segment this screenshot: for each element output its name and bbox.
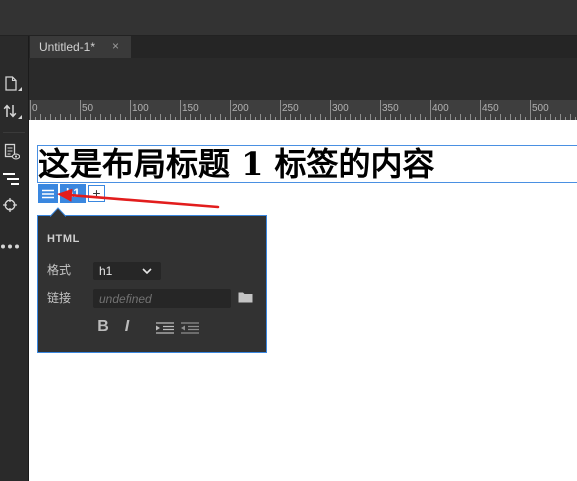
- format-label: 格式: [47, 263, 72, 277]
- flyout-indicator-icon: [18, 115, 22, 119]
- up-down-arrows-icon: [3, 104, 17, 118]
- ruler-label: 450: [482, 103, 499, 114]
- bold-button[interactable]: B: [96, 319, 110, 335]
- crosshair-icon: [3, 198, 17, 212]
- link-input[interactable]: [93, 289, 231, 308]
- heading-element[interactable]: 这是布局标题 1 标签的内容: [37, 145, 577, 183]
- italic-button[interactable]: I: [122, 319, 132, 335]
- document-tab-bar: Untitled-1* ×: [29, 36, 577, 58]
- toolbar-button-preview[interactable]: [0, 141, 28, 163]
- ruler-label: 350: [382, 103, 399, 114]
- document-toolbar: [29, 58, 577, 100]
- tab-untitled-1[interactable]: Untitled-1* ×: [30, 36, 131, 58]
- indented-list-icon: [3, 173, 19, 185]
- ruler-label: 300: [332, 103, 349, 114]
- ruler-label: 200: [232, 103, 249, 114]
- quick-property-inspector: HTML 格式 h1 链接 B I: [37, 207, 267, 353]
- close-tab-icon[interactable]: ×: [112, 36, 119, 57]
- ruler-label: 0: [32, 103, 38, 114]
- outdent-icon[interactable]: [181, 322, 199, 334]
- ruler-label: 150: [182, 103, 199, 114]
- indent-icon[interactable]: [156, 322, 174, 334]
- more-dots-icon: [1, 244, 19, 249]
- panel-title: HTML: [47, 233, 80, 245]
- left-toolbar: [0, 36, 29, 481]
- design-view: 这是布局标题 1 标签的内容 h1 + HTML 格式 h1 链接 undefi…: [29, 120, 577, 481]
- ruler-label: 100: [132, 103, 149, 114]
- format-value: h1: [99, 264, 113, 278]
- toolbar-button-file[interactable]: [0, 74, 28, 96]
- chevron-down-icon: [142, 268, 152, 274]
- ruler-label: 50: [82, 103, 94, 114]
- ruler-label: 400: [432, 103, 449, 114]
- ruler-label: 500: [532, 103, 549, 114]
- link-label: 链接: [47, 291, 72, 305]
- toolbar-button-target[interactable]: [0, 196, 28, 218]
- toolbar-button-arrows[interactable]: [0, 102, 28, 124]
- toolbar-button-more[interactable]: [0, 241, 28, 263]
- element-hud: h1 +: [38, 184, 108, 203]
- tab-title: Untitled-1*: [39, 40, 96, 54]
- panel-pointer: [50, 207, 66, 217]
- hud-menu-button[interactable]: [38, 184, 58, 203]
- folder-icon[interactable]: [238, 291, 253, 303]
- document-preview-icon: [4, 143, 20, 160]
- flyout-indicator-icon: [18, 87, 22, 91]
- hud-tag-label[interactable]: h1: [60, 184, 86, 203]
- format-dropdown[interactable]: h1: [93, 262, 161, 280]
- hamburger-icon: [42, 189, 54, 199]
- toolbar-button-structure[interactable]: [0, 169, 28, 191]
- horizontal-ruler: 0 50 100 150 200 250 300 350 400 450 500: [29, 100, 577, 120]
- add-class-button[interactable]: +: [88, 185, 105, 202]
- file-icon: [5, 76, 17, 91]
- toolbar-divider: [3, 132, 25, 133]
- dreamweaver-window: Untitled-1* × 0 50 100 150 200 250 300 3…: [0, 0, 577, 481]
- top-bar: [0, 0, 577, 36]
- ruler-label: 250: [282, 103, 299, 114]
